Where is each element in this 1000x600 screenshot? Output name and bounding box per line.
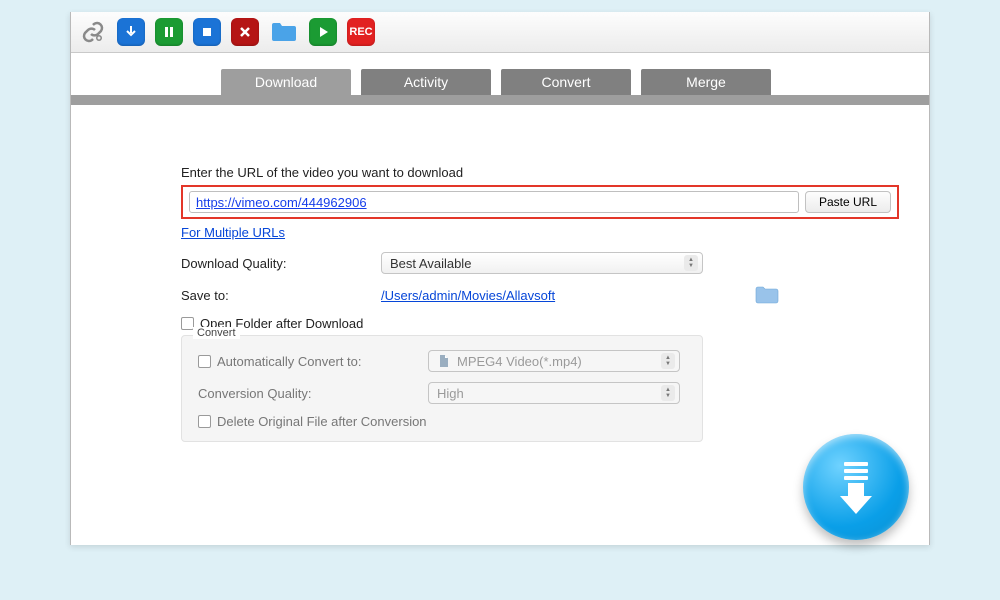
url-row-highlighted: Paste URL <box>181 185 899 219</box>
convert-legend: Convert <box>193 327 240 339</box>
convert-format-select[interactable]: MPEG4 Video(*.mp4) ▲▼ <box>428 350 680 372</box>
play-icon[interactable] <box>309 18 337 46</box>
tab-convert[interactable]: Convert <box>501 69 631 95</box>
multiple-urls-link[interactable]: For Multiple URLs <box>181 225 285 240</box>
delete-original-checkbox[interactable] <box>198 415 211 428</box>
pause-icon[interactable] <box>155 18 183 46</box>
save-to-label: Save to: <box>181 288 381 303</box>
conversion-quality-label: Conversion Quality: <box>198 386 311 401</box>
convert-group: Convert Automatically Convert to: MPEG4 … <box>181 335 899 442</box>
browse-folder-icon[interactable] <box>755 286 779 304</box>
record-icon[interactable]: REC <box>347 18 375 46</box>
conversion-quality-select[interactable]: High ▲▼ <box>428 382 680 404</box>
delete-original-label: Delete Original File after Conversion <box>217 414 427 429</box>
folder-icon[interactable] <box>269 18 299 46</box>
auto-convert-label: Automatically Convert to: <box>217 354 362 369</box>
auto-convert-checkbox[interactable] <box>198 355 211 368</box>
stop-icon[interactable] <box>193 18 221 46</box>
save-to-path-link[interactable]: /Users/admin/Movies/Allavsoft <box>381 288 555 303</box>
convert-format-value: MPEG4 Video(*.mp4) <box>457 354 582 369</box>
paste-url-button[interactable]: Paste URL <box>805 191 891 213</box>
app-window: REC Download Activity Convert Merge Ente… <box>70 12 930 545</box>
start-download-button[interactable] <box>803 434 909 540</box>
url-label: Enter the URL of the video you want to d… <box>181 165 899 180</box>
tab-download[interactable]: Download <box>221 69 351 95</box>
download-icon[interactable] <box>117 18 145 46</box>
chevron-updown-icon: ▲▼ <box>661 385 675 401</box>
conversion-quality-value: High <box>437 386 464 401</box>
link-icon[interactable] <box>79 18 107 46</box>
tabs-divider <box>71 95 929 105</box>
close-icon[interactable] <box>231 18 259 46</box>
download-quality-value: Best Available <box>390 256 471 271</box>
url-input[interactable] <box>189 191 799 213</box>
file-icon <box>437 354 451 368</box>
chevron-updown-icon: ▲▼ <box>661 353 675 369</box>
chevron-updown-icon: ▲▼ <box>684 255 698 271</box>
download-quality-select[interactable]: Best Available ▲▼ <box>381 252 703 274</box>
tabs-bar: Download Activity Convert Merge <box>71 53 929 105</box>
tab-merge[interactable]: Merge <box>641 69 771 95</box>
tab-activity[interactable]: Activity <box>361 69 491 95</box>
download-quality-label: Download Quality: <box>181 256 381 271</box>
toolbar: REC <box>71 12 929 53</box>
download-panel: Enter the URL of the video you want to d… <box>71 105 929 545</box>
